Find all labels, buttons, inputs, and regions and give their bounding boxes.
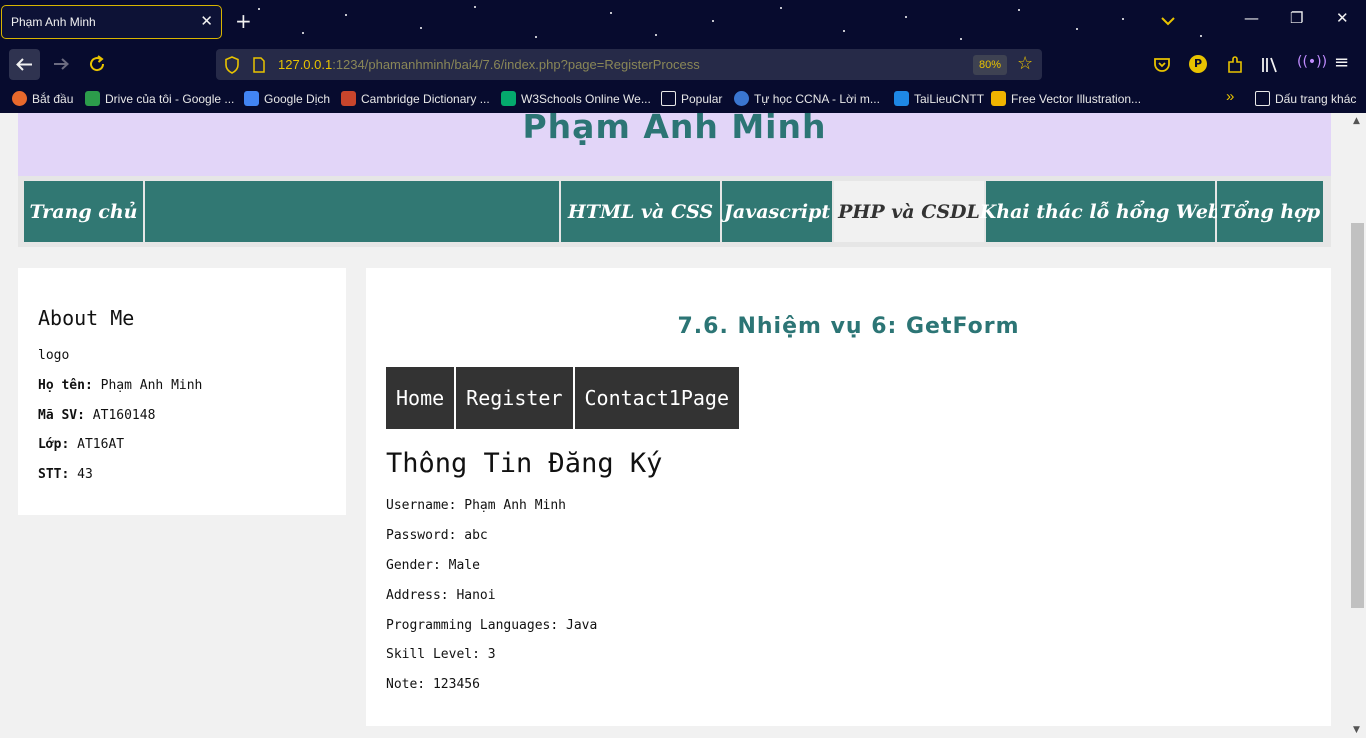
chevron-double-right-icon[interactable]: »: [1226, 88, 1234, 105]
reload-icon[interactable]: [86, 53, 108, 75]
info-address: Address: Hanoi: [386, 588, 496, 603]
profile-avatar[interactable]: P: [1189, 55, 1207, 73]
about-me-panel: About Me logo Họ tên: Phạm Anh Minh Mã S…: [18, 268, 346, 515]
bookmark-item[interactable]: Free Vector Illustration...: [991, 91, 1141, 106]
bookmark-item[interactable]: Bắt đầu: [12, 91, 73, 106]
extensions-icon[interactable]: [1225, 55, 1245, 75]
menu-item-php-csdl[interactable]: PHP và CSDL: [834, 181, 986, 242]
page-info-icon[interactable]: [252, 57, 266, 73]
page-viewport: Phạm Anh Minh Trang chủ HTML và CSS Java…: [0, 113, 1366, 738]
menu-item-html-css[interactable]: HTML và CSS: [561, 181, 722, 242]
site-title: Phạm Anh Minh: [522, 113, 827, 146]
info-username: Username: Phạm Anh Minh: [386, 498, 567, 513]
tab-title: Phạm Anh Minh: [11, 15, 96, 29]
bookmark-star-icon[interactable]: ☆: [1017, 53, 1033, 74]
registration-heading: Thông Tin Đăng Ký: [386, 448, 663, 479]
subnav-register-link[interactable]: Register: [456, 367, 575, 429]
pocket-icon[interactable]: [1152, 55, 1172, 75]
scrollbar-thumb[interactable]: [1351, 223, 1364, 608]
info-gender: Gender: Male: [386, 558, 480, 573]
bookmark-item[interactable]: Drive của tôi - Google ...: [85, 91, 234, 106]
scroll-up-icon[interactable]: ▲: [1353, 116, 1360, 126]
bookmarks-bar: Bắt đầu Drive của tôi - Google ... Googl…: [0, 85, 1366, 113]
shield-icon[interactable]: [224, 56, 240, 74]
sub-navigation: Home Register Contact1Page: [386, 367, 739, 429]
restore-icon[interactable]: ❐: [1290, 9, 1303, 27]
free-vector-icon: [991, 91, 1006, 106]
minimize-icon[interactable]: —: [1244, 9, 1259, 27]
subnav-contact-link[interactable]: Contact1Page: [575, 367, 740, 429]
google-translate-icon: [244, 91, 259, 106]
close-tab-icon[interactable]: ✕: [200, 12, 213, 30]
info-row-name: Họ tên: Phạm Anh Minh: [38, 378, 203, 393]
main-menu: Trang chủ HTML và CSS Javascript PHP và …: [18, 176, 1331, 247]
page-title: 7.6. Nhiệm vụ 6: GetForm: [677, 314, 1020, 339]
info-programming-languages: Programming Languages: Java: [386, 618, 598, 633]
folder-icon: [1255, 91, 1270, 106]
address-bar[interactable]: 127.0.0.1:1234/phamanhminh/bai4/7.6/inde…: [216, 49, 1042, 80]
firefox-icon: [12, 91, 27, 106]
cambridge-icon: [341, 91, 356, 106]
bookmark-folder[interactable]: Dấu trang khác: [1255, 91, 1356, 106]
url-text: 127.0.0.1:1234/phamanhminh/bai4/7.6/inde…: [278, 57, 700, 72]
google-drive-icon: [85, 91, 100, 106]
info-row-number: STT: 43: [38, 467, 93, 482]
menu-spacer: [145, 181, 561, 242]
close-window-icon[interactable]: ✕: [1336, 9, 1349, 27]
w3schools-icon: [501, 91, 516, 106]
back-button[interactable]: [9, 49, 40, 80]
info-password: Password: abc: [386, 528, 488, 543]
browser-tab[interactable]: Phạm Anh Minh ✕: [1, 5, 222, 39]
info-row-student-id: Mã SV: AT160148: [38, 408, 156, 423]
info-note: Note: 123456: [386, 677, 480, 692]
bookmark-item[interactable]: Google Dịch: [244, 91, 330, 106]
menu-item-home[interactable]: Trang chủ: [24, 181, 145, 242]
ccna-icon: [734, 91, 749, 106]
bookmark-item[interactable]: W3Schools Online We...: [501, 91, 651, 106]
subnav-home-link[interactable]: Home: [386, 367, 457, 429]
bookmark-item[interactable]: TaiLieuCNTT: [894, 91, 984, 106]
menu-item-web-vulnerabilities[interactable]: Khai thác lỗ hổng Web: [980, 181, 1221, 242]
folder-icon: [661, 91, 676, 106]
scroll-down-icon[interactable]: ▼: [1353, 725, 1360, 735]
site-header: Phạm Anh Minh: [18, 113, 1331, 176]
main-content: 7.6. Nhiệm vụ 6: GetForm Home Register C…: [366, 268, 1331, 726]
broadcast-icon[interactable]: ((•)): [1297, 54, 1327, 70]
vertical-scrollbar[interactable]: ▲ ▼: [1349, 113, 1366, 738]
forward-icon[interactable]: [50, 53, 72, 75]
chevron-down-icon[interactable]: [1159, 12, 1177, 30]
new-tab-icon[interactable]: +: [235, 9, 252, 33]
tailieucntt-icon: [894, 91, 909, 106]
about-me-title: About Me: [38, 306, 135, 330]
logo-image-alt: logo: [38, 348, 70, 363]
bookmark-item[interactable]: Cambridge Dictionary ...: [341, 91, 490, 106]
info-row-class: Lớp: AT16AT: [38, 437, 125, 452]
menu-item-summary[interactable]: Tổng hợp: [1217, 181, 1325, 242]
library-icon[interactable]: [1260, 55, 1280, 75]
arrow-left-icon: [16, 58, 32, 71]
browser-tab-bar: Phạm Anh Minh ✕ + — ❐ ✕: [0, 0, 1366, 45]
menu-item-javascript[interactable]: Javascript: [722, 181, 834, 242]
zoom-level-badge[interactable]: 80%: [973, 55, 1007, 75]
bookmark-folder[interactable]: Popular: [661, 91, 722, 106]
bookmark-item[interactable]: Tự học CCNA - Lời m...: [734, 91, 880, 106]
info-skill-level: Skill Level: 3: [386, 647, 496, 662]
browser-toolbar: 127.0.0.1:1234/phamanhminh/bai4/7.6/inde…: [0, 45, 1366, 85]
menu-icon[interactable]: ≡: [1334, 52, 1349, 73]
